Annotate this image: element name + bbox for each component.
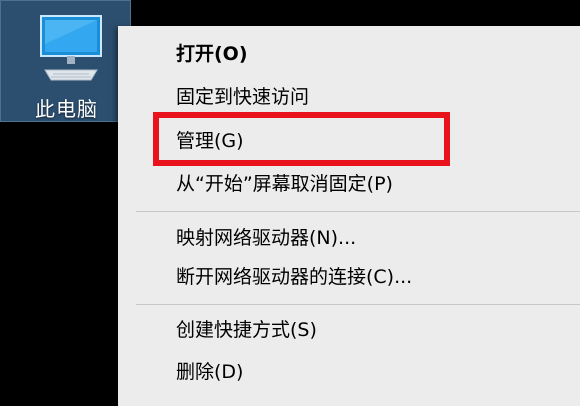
- menu-item-create-shortcut[interactable]: 创建快捷方式(S): [176, 318, 317, 342]
- menu-item-map-network-drive[interactable]: 映射网络驱动器(N)...: [176, 226, 356, 250]
- highlight-annotation-box: [153, 112, 450, 166]
- menu-item-pin-quick-access[interactable]: 固定到快速访问: [176, 85, 309, 109]
- this-pc-label: 此电脑: [35, 97, 98, 121]
- menu-separator: [136, 304, 580, 305]
- context-menu: 打开(O) 固定到快速访问 管理(G) 从“开始”屏幕取消固定(P) 映射网络驱…: [118, 26, 580, 406]
- this-pc-desktop-icon[interactable]: 此电脑: [0, 0, 131, 122]
- menu-item-disconnect-network-drive[interactable]: 断开网络驱动器的连接(C)...: [176, 265, 412, 289]
- computer-monitor-icon: [40, 15, 102, 81]
- menu-separator: [136, 211, 580, 212]
- menu-item-delete[interactable]: 删除(D): [176, 360, 243, 384]
- menu-item-open[interactable]: 打开(O): [176, 42, 248, 66]
- menu-item-unpin-start[interactable]: 从“开始”屏幕取消固定(P): [176, 172, 393, 196]
